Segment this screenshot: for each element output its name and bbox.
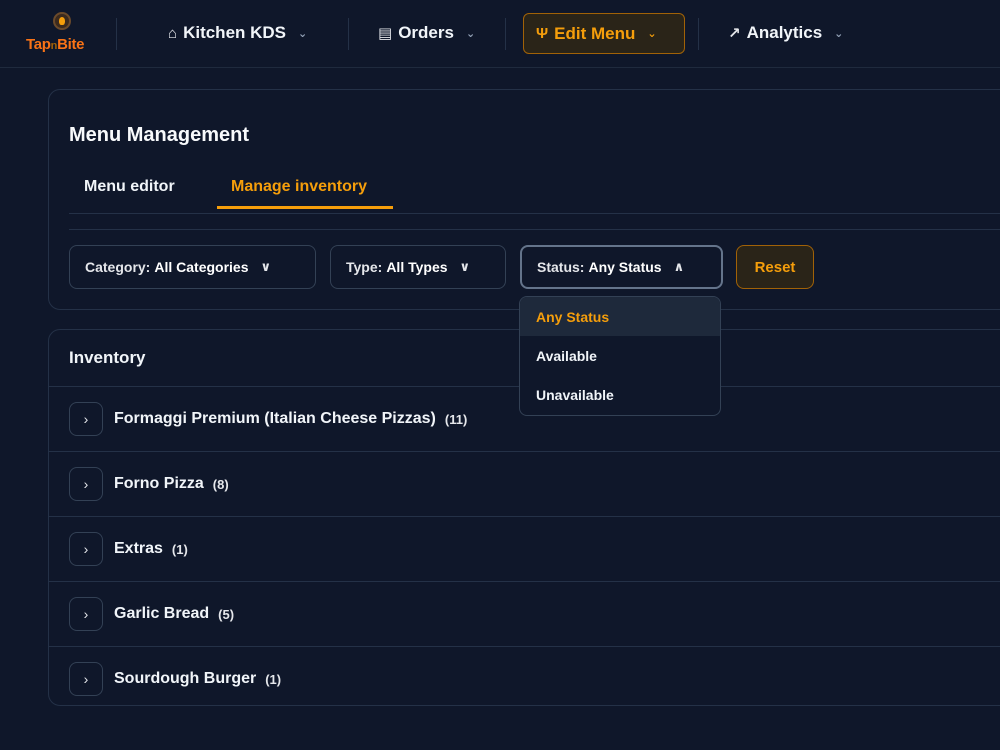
category-count: (1) xyxy=(265,671,282,687)
chevron-down-icon: ⌄ xyxy=(834,27,844,40)
category-count: (1) xyxy=(171,541,188,557)
menu-management-card: Menu Management Menu editor Manage inven… xyxy=(48,89,1000,310)
chevron-right-icon[interactable]: › xyxy=(69,532,103,566)
nav-edit-menu[interactable]: Ψ Edit Menu ⌄ xyxy=(523,13,685,54)
category-name: Extras xyxy=(114,540,163,557)
chevron-down-icon: ⌄ xyxy=(298,27,308,40)
status-filter[interactable]: Status: Any Status ∧ xyxy=(520,245,723,289)
chevron-right-icon[interactable]: › xyxy=(69,467,103,501)
nav-label: Kitchen KDS xyxy=(183,23,287,42)
chevron-right-icon[interactable]: › xyxy=(69,662,103,696)
chevron-down-icon: ∨ xyxy=(260,259,272,274)
divider xyxy=(69,213,1000,214)
category-name: Forno Pizza xyxy=(114,475,204,492)
category-name: Sourdough Burger xyxy=(114,670,257,687)
status-dropdown-menu: Any Status Available Unavailable xyxy=(519,296,721,416)
utensils-icon: Ψ xyxy=(536,25,549,42)
app-logo[interactable]: TapnBite xyxy=(26,12,102,56)
chevron-down-icon: ∨ xyxy=(459,259,471,274)
category-count: (5) xyxy=(218,606,235,622)
category-row[interactable]: › Sourdough Burger (1) xyxy=(49,646,1000,711)
inventory-title: Inventory xyxy=(69,348,146,367)
nav-orders[interactable]: ▤ Orders ⌄ xyxy=(366,12,487,54)
logo-wordmark: TapnBite xyxy=(26,36,85,53)
nav-kitchen-kds[interactable]: ⌂ Kitchen KDS ⌄ xyxy=(156,12,319,54)
nav-label: Orders xyxy=(398,23,454,42)
status-option-unavailable[interactable]: Unavailable xyxy=(520,375,720,414)
chevron-down-icon: ⌄ xyxy=(465,27,476,40)
tab-menu-editor[interactable]: Menu editor xyxy=(84,178,175,196)
category-count: (8) xyxy=(212,476,229,492)
category-count: (11) xyxy=(444,411,468,427)
status-option-available[interactable]: Available xyxy=(520,336,720,375)
page-title: Menu Management xyxy=(69,124,250,146)
chevron-right-icon[interactable]: › xyxy=(69,597,103,631)
category-row[interactable]: › Extras (1) xyxy=(49,516,1000,581)
divider xyxy=(69,229,1000,230)
nav-divider xyxy=(505,18,506,50)
type-filter[interactable]: Type: All Types ∨ xyxy=(330,245,506,289)
reset-button[interactable]: Reset xyxy=(736,245,814,289)
nav-divider xyxy=(348,18,349,50)
logo-mark-icon xyxy=(53,12,71,30)
category-row[interactable]: › Forno Pizza (8) xyxy=(49,451,1000,516)
status-option-any[interactable]: Any Status xyxy=(520,297,720,336)
nav-label: Edit Menu xyxy=(554,23,636,43)
category-filter[interactable]: Category: All Categories ∨ xyxy=(69,245,316,289)
nav-analytics[interactable]: ↗ Analytics ⌄ xyxy=(716,12,855,54)
chevron-right-icon[interactable]: › xyxy=(69,402,103,436)
clipboard-icon: ▤ xyxy=(378,25,393,42)
trend-up-icon: ↗ xyxy=(728,25,741,42)
active-tab-indicator xyxy=(217,206,393,209)
category-row[interactable]: › Garlic Bread (5) xyxy=(49,581,1000,646)
nav-divider xyxy=(698,18,699,50)
chef-hat-icon: ⌂ xyxy=(168,24,178,42)
nav-divider xyxy=(116,18,117,50)
chevron-up-icon: ∧ xyxy=(673,259,685,274)
category-name: Formaggi Premium (Italian Cheese Pizzas) xyxy=(114,410,436,427)
category-name: Garlic Bread xyxy=(114,605,210,622)
tab-manage-inventory[interactable]: Manage inventory xyxy=(231,178,367,196)
top-nav: TapnBite ⌂ Kitchen KDS ⌄ ▤ Orders ⌄ Ψ Ed… xyxy=(0,0,1000,68)
chevron-down-icon: ⌄ xyxy=(647,28,657,40)
nav-label: Analytics xyxy=(746,23,823,42)
